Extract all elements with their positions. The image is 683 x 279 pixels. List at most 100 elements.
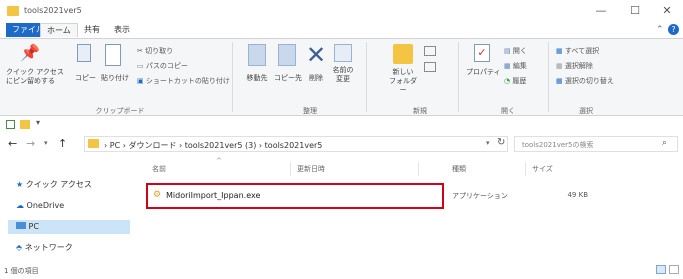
new-folder-icon — [393, 44, 413, 64]
column-date[interactable]: 更新日時 — [297, 164, 325, 174]
history-label: 履歴 — [512, 77, 527, 85]
open-label: 開く — [512, 47, 527, 55]
nav-label: ネットワーク — [24, 243, 73, 252]
ribbon-separator — [548, 42, 549, 112]
file-type: アプリケーション — [452, 192, 508, 200]
quick-access-toolbar — [0, 117, 683, 131]
open-group-label: 開く — [501, 107, 515, 115]
recent-locations-icon[interactable]: ▾ — [44, 139, 48, 147]
invert-selection-label: 選択の切り替え — [564, 77, 614, 85]
large-icons-view-icon[interactable] — [669, 265, 679, 274]
minimize-button[interactable]: — — [586, 2, 616, 20]
cut-button[interactable]: ✂ 切り取り — [137, 46, 173, 56]
column-divider[interactable] — [418, 162, 419, 176]
delete-icon: ✕ — [305, 41, 327, 69]
scissors-icon: ✂ — [137, 47, 143, 55]
folder-icon — [7, 6, 19, 16]
edit-icon: ▦ — [504, 62, 511, 70]
close-button[interactable]: ✕ — [652, 2, 682, 20]
shortcut-icon: ▣ — [137, 77, 144, 85]
nav-item-quick-access[interactable]: ★ クイック アクセス — [16, 178, 92, 192]
search-icon[interactable]: ⌕ — [662, 138, 667, 148]
column-divider[interactable] — [290, 162, 291, 176]
details-view-icon[interactable] — [656, 265, 666, 274]
invert-selection-button[interactable]: ▦ 選択の切り替え — [556, 76, 614, 86]
path-icon: ▭ — [137, 62, 144, 70]
new-folder-button[interactable]: 新しい フォルダー — [388, 44, 418, 95]
back-button[interactable]: ← — [8, 137, 17, 150]
network-icon: ⬘ — [16, 243, 23, 252]
select-none-button[interactable]: ▦ 選択解除 — [556, 61, 593, 71]
nav-item-pc[interactable]: PC — [8, 220, 130, 234]
column-name[interactable]: 名前 — [152, 164, 166, 174]
move-icon — [248, 44, 266, 66]
move-to-button[interactable]: 移動先 — [244, 44, 270, 83]
chevron-up-icon[interactable]: ⌃ — [656, 25, 664, 35]
status-item-count: 1 個の項目 — [4, 267, 39, 275]
pin-quick-access-button[interactable]: 📌 クイック アクセス にピン留めする — [6, 43, 64, 86]
cloud-icon: ☁ — [16, 201, 24, 210]
rename-icon — [334, 44, 352, 62]
refresh-button[interactable]: ↻ — [497, 137, 505, 148]
help-icon[interactable]: ? — [668, 24, 679, 35]
select-none-label: 選択解除 — [564, 62, 593, 70]
rename-label-2: 変更 — [336, 75, 350, 83]
select-group-label: 選択 — [579, 107, 593, 115]
paste-shortcut-label: ショートカットの貼り付け — [145, 77, 230, 85]
easy-access-icon[interactable] — [424, 62, 436, 72]
monitor-icon — [16, 222, 26, 229]
open-icon: ▤ — [504, 47, 511, 55]
address-dropdown-icon[interactable]: ▾ — [486, 139, 490, 147]
breadcrumb-downloads[interactable]: ダウンロード — [128, 141, 176, 150]
select-all-button[interactable]: ▦ すべて選択 — [556, 46, 599, 56]
column-divider[interactable] — [525, 162, 526, 176]
paste-button[interactable]: 貼り付け — [101, 44, 129, 83]
move-to-label: 移動先 — [246, 74, 268, 82]
checkbox-icon[interactable] — [6, 120, 15, 129]
maximize-button[interactable]: ☐ — [620, 2, 650, 20]
copy-path-label: パスのコピー — [145, 62, 188, 70]
pin-label-2: にピン留めする — [6, 77, 55, 85]
new-item-icon[interactable] — [424, 46, 436, 56]
organize-group-label: 整理 — [303, 107, 317, 115]
delete-button[interactable]: ✕ 削除 — [304, 42, 328, 83]
tab-view[interactable]: 表示 — [108, 23, 136, 37]
ribbon-separator — [366, 42, 367, 112]
paste-label: 貼り付け — [101, 74, 129, 82]
nav-item-onedrive[interactable]: ☁ OneDrive — [16, 199, 64, 213]
cut-label: 切り取り — [145, 47, 174, 55]
paste-icon — [105, 44, 121, 66]
copy-button[interactable]: コピー — [75, 44, 96, 83]
rename-button[interactable]: 名前の 変更 — [330, 44, 356, 84]
properties-button[interactable]: ✓ プロパティ — [466, 44, 501, 77]
tab-share[interactable]: 共有 — [78, 23, 106, 37]
pin-icon: 📌 — [20, 43, 40, 62]
edit-button[interactable]: ▦ 編集 — [504, 61, 527, 71]
forward-button[interactable]: → — [26, 137, 35, 150]
new-folder-label-2: フォルダー — [389, 77, 417, 94]
nav-item-network[interactable]: ⬘ ネットワーク — [16, 241, 73, 255]
up-button[interactable]: ↑ — [58, 137, 67, 150]
copy-to-label: コピー先 — [274, 74, 302, 82]
open-button[interactable]: ▤ 開く — [504, 46, 527, 56]
column-type[interactable]: 種類 — [452, 164, 466, 174]
breadcrumb-pc[interactable]: PC — [110, 141, 120, 150]
pin-label-1: クイック アクセス — [6, 68, 64, 76]
folder-icon[interactable] — [20, 120, 30, 129]
customize-toolbar-icon[interactable]: ▾ — [36, 118, 40, 127]
breadcrumb-tools-3[interactable]: tools2021ver5 (3) — [185, 141, 257, 150]
copy-label: コピー — [75, 74, 96, 82]
history-button[interactable]: ◔ 履歴 — [504, 76, 526, 86]
history-icon: ◔ — [504, 77, 511, 85]
breadcrumb: › PC › ダウンロード › tools2021ver5 (3) › tool… — [104, 141, 323, 150]
tab-home[interactable]: ホーム — [40, 23, 78, 37]
highlight-box — [146, 183, 444, 209]
copy-to-button[interactable]: コピー先 — [274, 44, 302, 83]
breadcrumb-tools[interactable]: tools2021ver5 — [265, 141, 323, 150]
sort-chevron-icon: ^ — [216, 157, 222, 165]
column-size[interactable]: サイズ — [532, 164, 553, 174]
paste-shortcut-button[interactable]: ▣ ショートカットの貼り付け — [137, 76, 230, 86]
search-placeholder: tools2021ver5の検索 — [522, 141, 594, 149]
copy-path-button[interactable]: ▭ パスのコピー — [137, 61, 188, 71]
new-group-label: 新規 — [413, 107, 427, 115]
